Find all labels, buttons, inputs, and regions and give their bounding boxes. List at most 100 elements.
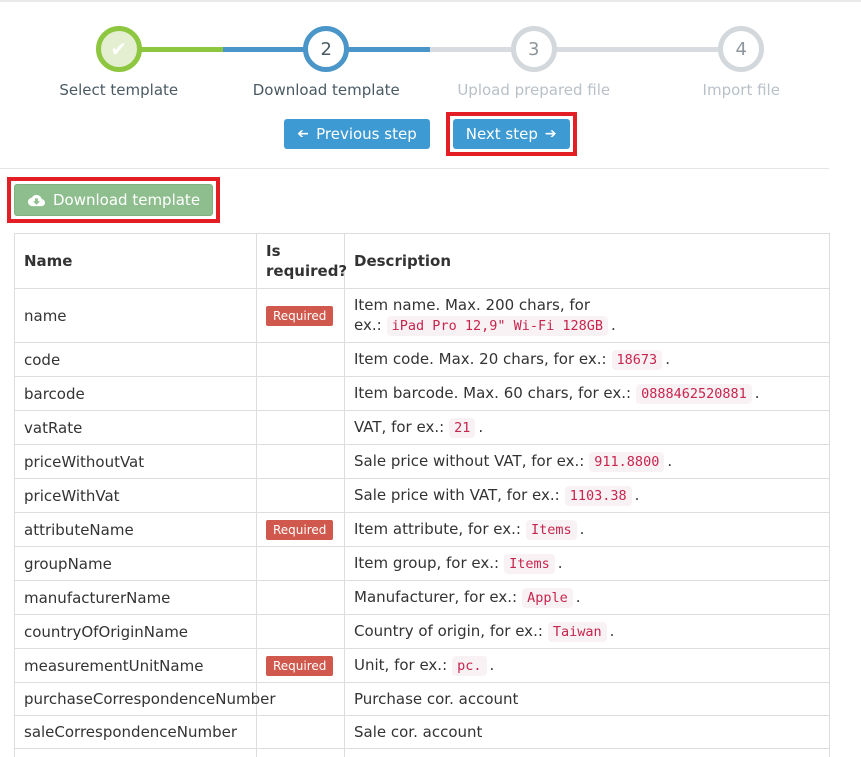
table-row: priceWithVat Sale price with VAT, for ex…	[15, 479, 830, 513]
download-template-label: Download template	[53, 191, 200, 209]
description-suffix: .	[478, 418, 483, 436]
download-template-button[interactable]: Download template	[14, 184, 213, 216]
connector-line	[555, 47, 638, 52]
table-header-row: Name Is required? Description	[15, 234, 830, 289]
field-name: measurementUnitName	[15, 649, 257, 683]
field-name: priceWithoutVat	[15, 445, 257, 479]
required-badge: Required	[266, 306, 333, 326]
table-row: attributeName Required Item attribute, f…	[15, 513, 830, 547]
connector-line	[223, 47, 306, 52]
step-number: 3	[528, 39, 539, 60]
description-suffix: .	[667, 452, 672, 470]
step-upload-prepared-file: 3 Upload prepared file	[430, 26, 638, 99]
annotation-box-next-step: Next step ➔	[446, 112, 577, 156]
arrow-right-icon: ➔	[545, 127, 557, 141]
next-step-label: Next step	[466, 125, 538, 143]
example-code: 21	[449, 418, 475, 438]
annotation-box-download-template: Download template	[7, 177, 220, 223]
step-number: 2	[321, 39, 332, 60]
section-divider	[0, 168, 829, 169]
arrow-left-icon: ➔	[297, 127, 309, 141]
example-code: Apple	[522, 588, 573, 608]
next-step-button[interactable]: Next step ➔	[453, 119, 570, 149]
description-text: Item group, for ex.:	[354, 554, 499, 572]
field-name: countryOfOriginName	[15, 615, 257, 649]
previous-step-label: Previous step	[316, 125, 417, 143]
table-row: countryOfOriginName Country of origin, f…	[15, 615, 830, 649]
description-suffix: .	[576, 588, 581, 606]
cloud-download-icon	[27, 192, 46, 209]
header-description: Description	[345, 234, 830, 289]
step-circle-future: 3	[511, 26, 557, 72]
previous-step-button[interactable]: ➔ Previous step	[284, 119, 429, 149]
connector-line	[347, 47, 430, 52]
step-label: Download template	[223, 81, 431, 99]
table-row: name Required Item name. Max. 200 chars,…	[15, 289, 830, 343]
table-row: manufacturerName Manufacturer, for ex.: A…	[15, 581, 830, 615]
step-circle-complete: ✔	[96, 26, 142, 72]
header-name: Name	[15, 234, 257, 289]
field-name: vatRate	[15, 411, 257, 445]
table-row: vatRate VAT, for ex.: 21.	[15, 411, 830, 445]
example-code: 18673	[612, 350, 663, 370]
step-circle-future: 4	[718, 26, 764, 72]
field-name: barcode	[15, 377, 257, 411]
download-section: Download template	[7, 177, 861, 223]
example-code: pc.	[452, 656, 486, 676]
example-code: Taiwan	[548, 622, 607, 642]
table-row: expenseCorrespondenceNumber Expenses cor…	[15, 749, 830, 757]
field-name: priceWithVat	[15, 479, 257, 513]
step-label: Upload prepared file	[430, 81, 638, 99]
description-text: Sale cor. account	[354, 723, 482, 741]
connector-line	[140, 47, 223, 52]
step-select-template: ✔ Select template	[15, 26, 223, 99]
wizard-nav-buttons: ➔ Previous step Next step ➔	[0, 112, 861, 156]
connector-line	[638, 47, 721, 52]
required-badge: Required	[266, 520, 333, 540]
table-row: priceWithoutVat Sale price without VAT, …	[15, 445, 830, 479]
example-code: Items	[526, 520, 577, 540]
step-circle-active: 2	[303, 26, 349, 72]
field-name: saleCorrespondenceNumber	[15, 716, 257, 749]
field-name: code	[15, 343, 257, 377]
description-text: VAT, for ex.:	[354, 418, 444, 436]
description-suffix: .	[665, 350, 670, 368]
description-suffix: .	[635, 486, 640, 504]
table-row: saleCorrespondenceNumber Sale cor. accou…	[15, 716, 830, 749]
connector-line	[430, 47, 513, 52]
description-text: Sale price with VAT, for ex.:	[354, 486, 560, 504]
example-code: 1103.38	[565, 486, 632, 506]
field-name: manufacturerName	[15, 581, 257, 615]
header-is-required: Is required?	[257, 234, 345, 289]
field-name: expenseCorrespondenceNumber	[15, 749, 257, 757]
table-row: code Item code. Max. 20 chars, for ex.: 1…	[15, 343, 830, 377]
example-code: iPad Pro 12,9" Wi-Fi 128GB	[387, 316, 608, 336]
description-text: Unit, for ex.:	[354, 656, 447, 674]
description-suffix: .	[490, 656, 495, 674]
description-suffix: .	[558, 554, 563, 572]
step-import-file: 4 Import file	[638, 26, 846, 99]
step-download-template: 2 Download template	[223, 26, 431, 99]
table-row: purchaseCorrespondenceNumber Purchase co…	[15, 683, 830, 716]
table-row: barcode Item barcode. Max. 60 chars, for…	[15, 377, 830, 411]
field-name: name	[15, 289, 257, 343]
table-row: measurementUnitName Required Unit, for e…	[15, 649, 830, 683]
description-suffix: .	[580, 520, 585, 538]
description-text: Item barcode. Max. 60 chars, for ex.:	[354, 384, 631, 402]
example-code: Items	[504, 554, 555, 574]
description-suffix: .	[610, 622, 615, 640]
required-badge: Required	[266, 656, 333, 676]
check-icon: ✔	[110, 39, 127, 59]
example-code: 0888462520881	[636, 384, 752, 404]
step-label: Import file	[638, 81, 846, 99]
description-text: Manufacturer, for ex.:	[354, 588, 517, 606]
example-code: 911.8800	[589, 452, 664, 472]
field-name: purchaseCorrespondenceNumber	[15, 683, 257, 716]
step-label: Select template	[15, 81, 223, 99]
description-text: Item code. Max. 20 chars, for ex.:	[354, 350, 607, 368]
wizard-stepper: ✔ Select template 2 Download template 3 …	[15, 26, 845, 99]
field-name: groupName	[15, 547, 257, 581]
description-suffix: .	[611, 316, 616, 334]
field-name: attributeName	[15, 513, 257, 547]
table-row: groupName Item group, for ex.: Items.	[15, 547, 830, 581]
